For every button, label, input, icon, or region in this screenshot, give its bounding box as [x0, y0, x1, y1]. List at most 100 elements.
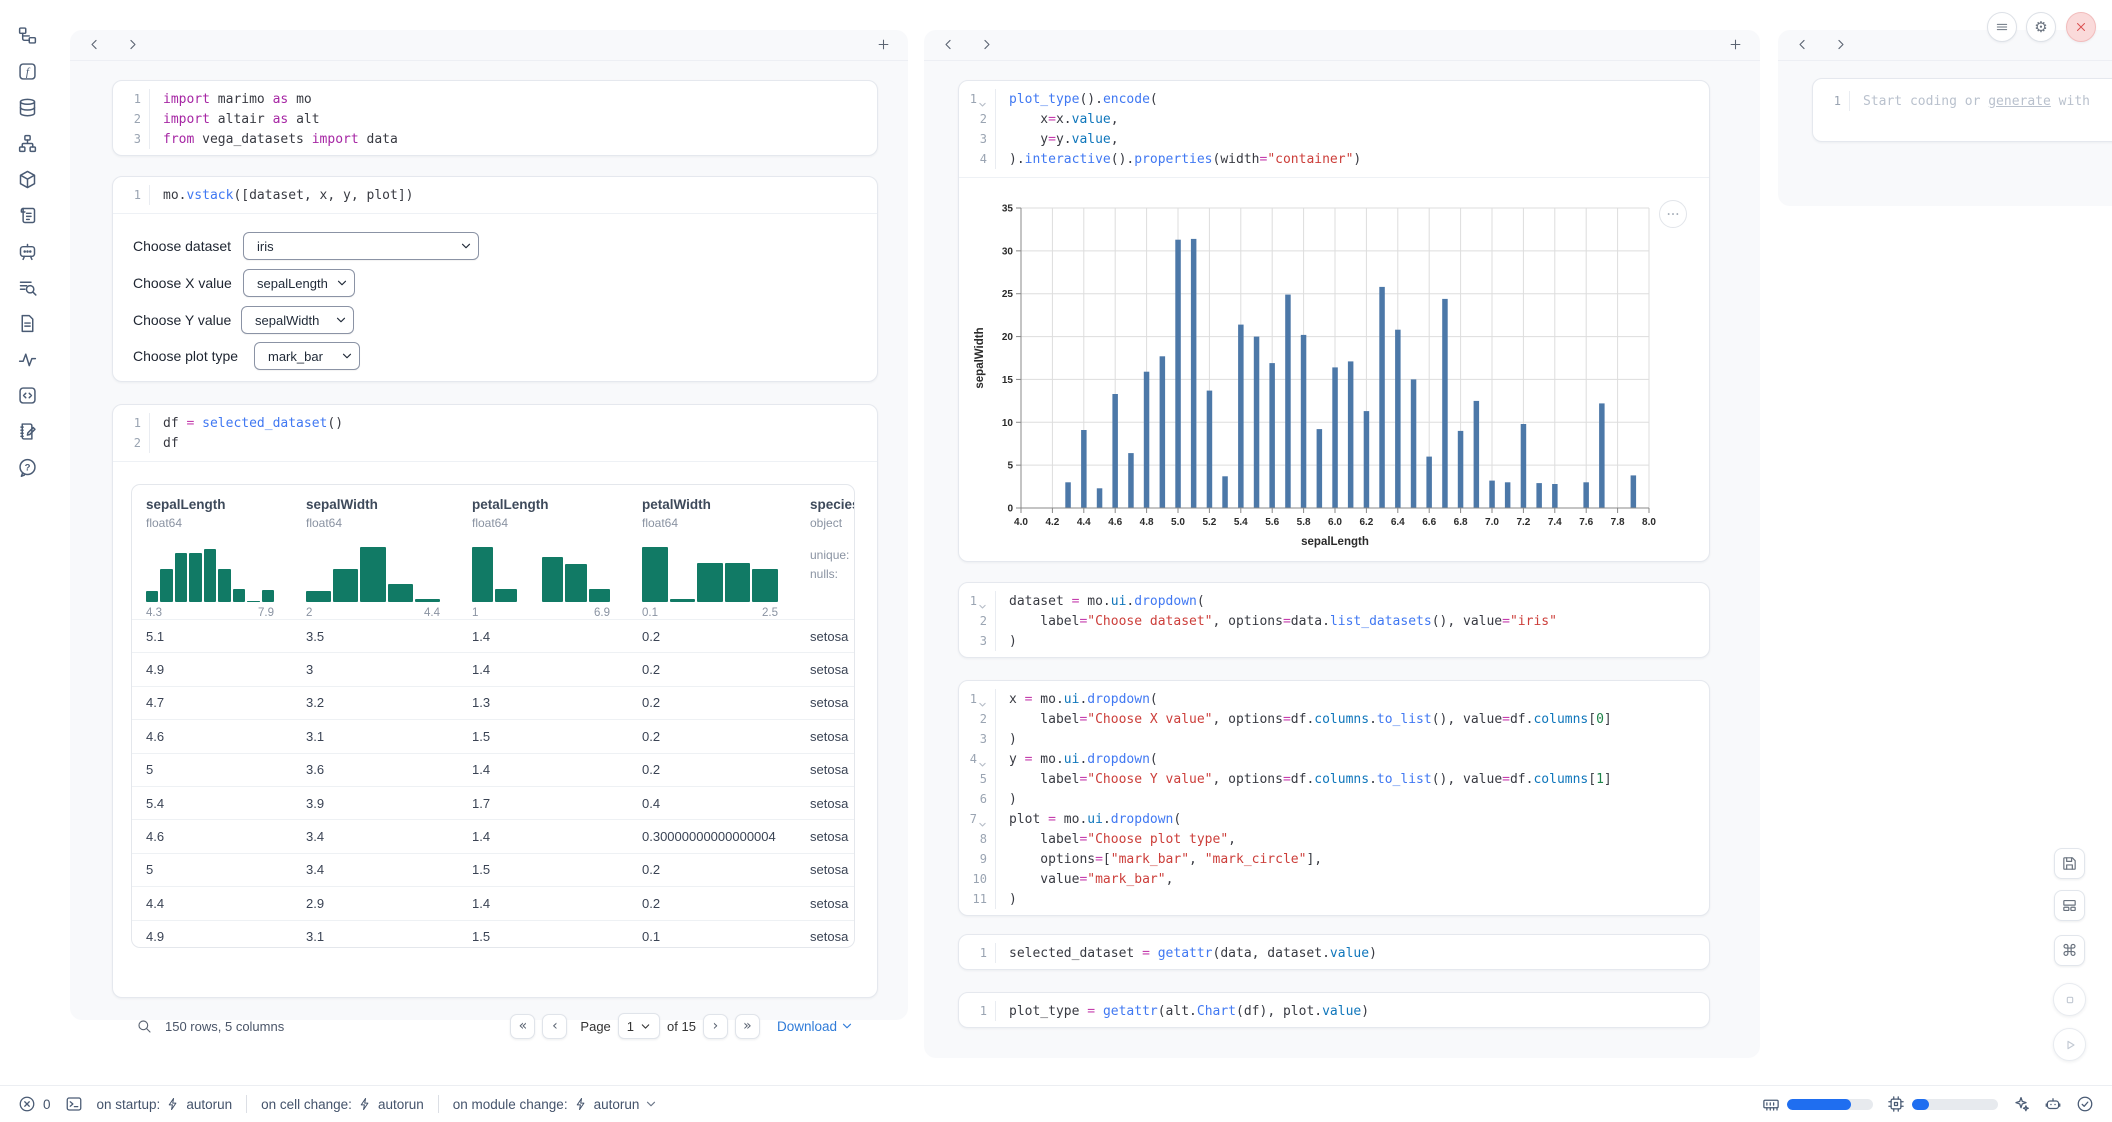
prev-page-button[interactable]: ‹: [542, 1014, 567, 1039]
page-select[interactable]: 1: [618, 1013, 660, 1039]
code-line[interactable]: df = selected_dataset(): [150, 416, 343, 431]
activity-icon[interactable]: [16, 348, 39, 371]
shortcuts-button[interactable]: ⌘: [2054, 935, 2085, 966]
code-line[interactable]: plot_type().encode(: [996, 92, 1158, 107]
shutdown-button[interactable]: [2066, 12, 2096, 42]
chat-bot-icon[interactable]: [16, 240, 39, 263]
code-line[interactable]: from vega_datasets import data: [150, 132, 398, 147]
database-icon[interactable]: [16, 96, 39, 119]
code-line[interactable]: label="Choose plot type",: [996, 832, 1236, 847]
save-button[interactable]: [2054, 848, 2085, 879]
code-cell-dataframe[interactable]: 1df = selected_dataset()2df sepalLengthf…: [112, 404, 878, 998]
notebook-menu-button[interactable]: [1987, 12, 2017, 42]
code-line[interactable]: y=y.value,: [996, 132, 1119, 147]
document-icon[interactable]: [16, 312, 39, 335]
code-editor[interactable]: 1df = selected_dataset()2df: [113, 405, 877, 461]
code-line[interactable]: mo.vstack([dataset, x, y, plot]): [150, 188, 413, 203]
code-line[interactable]: value="mark_bar",: [996, 872, 1173, 887]
run-config-on-cell-change-[interactable]: on cell change:autorun: [261, 1097, 424, 1112]
code-line[interactable]: plot_type = getattr(alt.Chart(df), plot.…: [996, 1004, 1369, 1019]
terminal-icon[interactable]: [65, 1095, 83, 1113]
search-icon[interactable]: [136, 1018, 152, 1034]
chart-menu-button[interactable]: [1659, 200, 1687, 228]
code-line[interactable]: label="Choose Y value", options=df.colum…: [996, 772, 1612, 787]
code-line[interactable]: y = mo.ui.dropdown(: [996, 752, 1158, 767]
add-cell-button[interactable]: [1727, 37, 1744, 54]
table-row[interactable]: 4.42.91.40.2setosa: [132, 886, 854, 919]
column-forward-button[interactable]: [978, 37, 995, 54]
code-editor[interactable]: 1import marimo as mo2import altair as al…: [113, 81, 877, 157]
code-line[interactable]: ): [996, 634, 1017, 649]
layout-button[interactable]: [2054, 890, 2085, 921]
dropdown-choose-y-value[interactable]: sepalWidth: [241, 306, 354, 334]
next-page-button[interactable]: ›: [703, 1014, 728, 1039]
package-icon[interactable]: [16, 168, 39, 191]
column-header-species[interactable]: speciesobjectunique:nulls:: [796, 497, 854, 619]
code-line[interactable]: plot = mo.ui.dropdown(: [996, 812, 1181, 827]
code-editor[interactable]: 1plot_type = getattr(alt.Chart(df), plot…: [959, 993, 1709, 1029]
code-line[interactable]: label="Choose dataset", options=data.lis…: [996, 614, 1557, 629]
table-row[interactable]: 53.41.50.2setosa: [132, 853, 854, 886]
code-snippet-icon[interactable]: [16, 384, 39, 407]
code-line[interactable]: selected_dataset = getattr(data, dataset…: [996, 946, 1377, 961]
error-count[interactable]: 0: [18, 1095, 51, 1113]
function-icon[interactable]: f: [16, 60, 39, 83]
help-icon[interactable]: ?: [16, 456, 39, 479]
scratchpad-icon[interactable]: [16, 420, 39, 443]
code-line[interactable]: label="Choose X value", options=df.colum…: [996, 712, 1612, 727]
code-line[interactable]: import marimo as mo: [150, 92, 312, 107]
file-tree-icon[interactable]: [16, 24, 39, 47]
column-forward-button[interactable]: [124, 37, 141, 54]
table-row[interactable]: 4.73.21.30.2setosa: [132, 686, 854, 719]
code-line[interactable]: ): [996, 732, 1017, 747]
run-button[interactable]: [2053, 1028, 2086, 1061]
code-line[interactable]: x = mo.ui.dropdown(: [996, 692, 1158, 707]
code-editor[interactable]: 1plot_type().encode(2 x=x.value,3 y=y.va…: [959, 81, 1709, 177]
fold-icon[interactable]: [978, 818, 987, 827]
download-button[interactable]: Download: [777, 1019, 853, 1034]
robot-icon[interactable]: [2044, 1095, 2062, 1113]
dropdown-choose-x-value[interactable]: sepalLength: [243, 269, 355, 297]
search-list-icon[interactable]: [16, 276, 39, 299]
code-cell-selected-dataset[interactable]: 1selected_dataset = getattr(data, datase…: [958, 934, 1710, 970]
code-line[interactable]: options=["mark_bar", "mark_circle"],: [996, 852, 1322, 867]
table-row[interactable]: 5.13.51.40.2setosa: [132, 619, 854, 652]
table-row[interactable]: 53.61.40.2setosa: [132, 753, 854, 786]
table-row[interactable]: 4.93.11.50.1setosa: [132, 920, 854, 948]
run-config-on-module-change-[interactable]: on module change:autorun: [453, 1097, 658, 1112]
last-page-button[interactable]: »: [735, 1014, 760, 1039]
code-line[interactable]: import altair as alt: [150, 112, 320, 127]
run-config-on-startup-[interactable]: on startup:autorun: [97, 1097, 233, 1112]
code-line[interactable]: ).interactive().properties(width="contai…: [996, 152, 1361, 167]
column-header-petalWidth[interactable]: petalWidthfloat640.12.5: [628, 497, 796, 619]
column-back-button[interactable]: [86, 37, 103, 54]
code-cell-vstack[interactable]: 1mo.vstack([dataset, x, y, plot]) Choose…: [112, 176, 878, 382]
code-cell-plot-type[interactable]: 1plot_type = getattr(alt.Chart(df), plot…: [958, 992, 1710, 1028]
altair-bar-chart[interactable]: 4.04.24.44.64.85.05.25.45.65.86.06.26.46…: [969, 182, 1669, 560]
code-line[interactable]: x=x.value,: [996, 112, 1119, 127]
column-forward-button[interactable]: [1832, 37, 1849, 54]
code-cell-xy-dropdowns[interactable]: 1x = mo.ui.dropdown(2 label="Choose X va…: [958, 680, 1710, 916]
code-line[interactable]: df: [150, 436, 179, 451]
script-icon[interactable]: [16, 204, 39, 227]
dropdown-choose-plot-type[interactable]: mark_bar: [254, 342, 360, 370]
code-editor[interactable]: 1mo.vstack([dataset, x, y, plot]): [113, 177, 877, 213]
code-editor[interactable]: 1selected_dataset = getattr(data, datase…: [959, 935, 1709, 971]
table-row[interactable]: 5.43.91.70.4setosa: [132, 786, 854, 819]
fold-icon[interactable]: [978, 600, 987, 609]
column-header-sepalWidth[interactable]: sepalWidthfloat6424.4: [292, 497, 458, 619]
code-cell-plot[interactable]: 1plot_type().encode(2 x=x.value,3 y=y.va…: [958, 80, 1710, 562]
column-back-button[interactable]: [1794, 37, 1811, 54]
table-row[interactable]: 4.931.40.2setosa: [132, 652, 854, 685]
dropdown-choose-dataset[interactable]: iris: [243, 232, 479, 260]
fold-icon[interactable]: [978, 698, 987, 707]
check-circle-icon[interactable]: [2076, 1095, 2094, 1113]
column-header-sepalLength[interactable]: sepalLengthfloat644.37.9: [132, 497, 292, 619]
code-cell-dataset-dropdown[interactable]: 1dataset = mo.ui.dropdown(2 label="Choos…: [958, 582, 1710, 658]
code-cell-imports[interactable]: 1import marimo as mo2import altair as al…: [112, 80, 878, 156]
add-cell-button[interactable]: [875, 37, 892, 54]
fold-icon[interactable]: [978, 758, 987, 767]
code-cell-empty[interactable]: 1 Start coding or generate with: [1812, 78, 2112, 142]
fold-icon[interactable]: [978, 98, 987, 107]
code-placeholder[interactable]: Start coding or generate with: [1850, 94, 2090, 109]
